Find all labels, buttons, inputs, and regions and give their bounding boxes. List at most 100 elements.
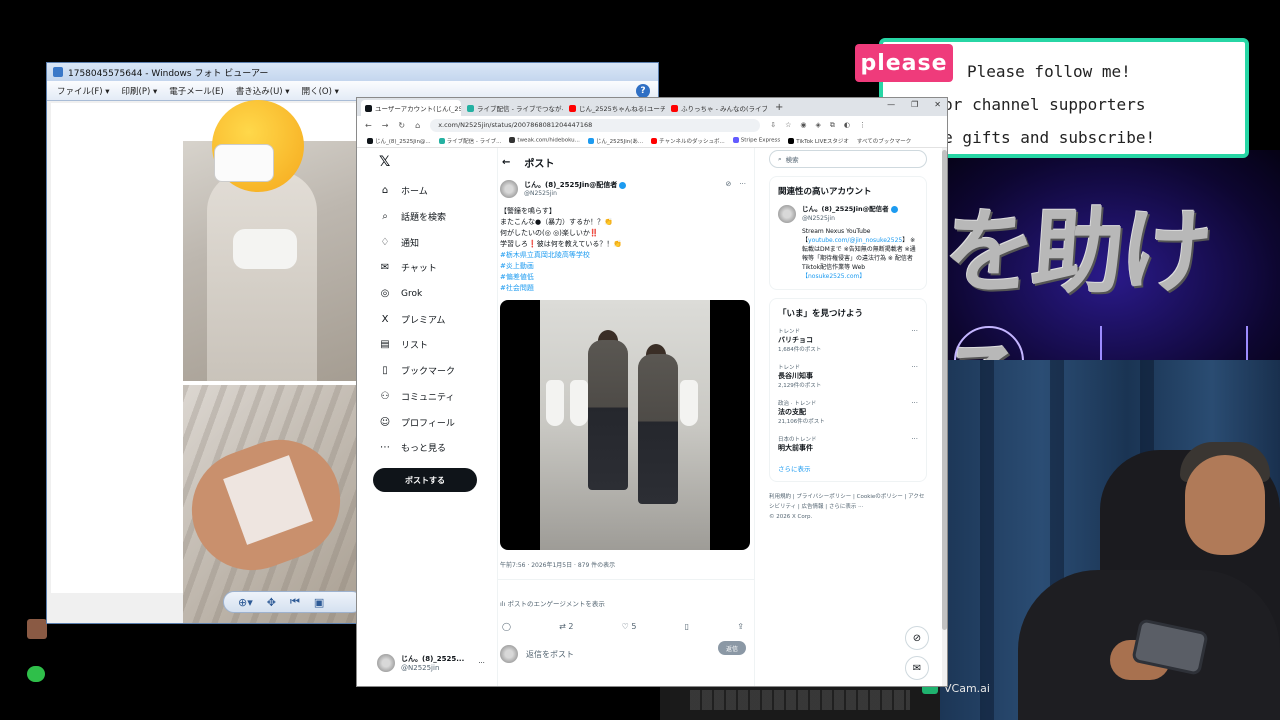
nav-item-profile[interactable]: ☺ プロフィール xyxy=(371,409,491,435)
url-input[interactable]: x.com/N2525jin/status/200786808120444716… xyxy=(430,118,761,132)
menu-dots-icon[interactable]: ⋮ xyxy=(859,121,866,130)
search-input[interactable]: ⌕ 検索 xyxy=(769,150,927,168)
menu-email[interactable]: 電子メール(E) xyxy=(169,85,224,97)
bookmark-item[interactable]: tweak.com/hideboku... xyxy=(509,137,580,144)
view-engagement-link[interactable]: ılı ポストのエンゲージメントを表示 xyxy=(498,579,754,608)
avatar[interactable] xyxy=(500,180,518,198)
minimize-icon[interactable]: — xyxy=(887,100,895,109)
bookmark-item[interactable]: TikTok LIVEスタジオ xyxy=(788,137,849,145)
help-icon[interactable]: ? xyxy=(636,84,650,98)
previous-icon[interactable]: ⏮ xyxy=(290,595,300,609)
grok-floating-icon[interactable]: ⊘ xyxy=(905,626,929,650)
tab-youtube[interactable]: じん_2525ちゃんねる(ユーチューブ) ✕ xyxy=(565,100,665,116)
nav-label: 通知 xyxy=(401,238,420,249)
trend-item[interactable]: 日本のトレンド 明大前事件 ··· xyxy=(778,435,918,453)
account-recommendation[interactable]: じん。(8)_2525Jin@配信者 @N2525jin Stream Nexu… xyxy=(778,205,918,281)
tab-label: ライブ配信 - ライブでつながる xyxy=(477,105,563,113)
messages-floating-icon[interactable]: ✉ xyxy=(905,656,929,680)
grok-icon[interactable]: ⊘ xyxy=(725,180,731,188)
relevant-accounts-card: 関連性の高いアカウント じん。(8)_2525Jin@配信者 @N2525jin… xyxy=(769,176,927,290)
menu-open[interactable]: 開く(O) ▾ xyxy=(302,85,339,97)
profile-icon[interactable]: ◐ xyxy=(844,121,850,130)
show-more-link[interactable]: さらに表示 xyxy=(778,463,918,473)
tab-furiccha[interactable]: ふりっちゃ - みんなの(ライブ) ✕ xyxy=(667,100,767,116)
extension-icon[interactable]: ◉ xyxy=(800,121,806,130)
maximize-icon[interactable]: ❐ xyxy=(911,100,918,109)
menu-burn[interactable]: 書き込み(U) ▾ xyxy=(236,85,290,97)
nav-item-communities[interactable]: ⚇ コミュニティ xyxy=(371,384,491,410)
bookmark-item[interactable]: ライブ配信 - ライブ... xyxy=(438,137,501,145)
star-icon[interactable]: ☆ xyxy=(785,121,791,130)
nav-item-explore[interactable]: ⌕ 話題を検索 xyxy=(371,204,491,230)
hashtag[interactable]: #社会問題 xyxy=(500,283,754,294)
nav-item-notifications[interactable]: ♢ 通知 xyxy=(371,229,491,255)
repost-icon[interactable]: ⇄ 2 xyxy=(559,622,573,631)
bookmark-icon[interactable]: ▯ xyxy=(685,622,689,631)
menu-print[interactable]: 印刷(P) ▾ xyxy=(122,85,158,97)
nav-item-bookmarks[interactable]: ▯ ブックマーク xyxy=(371,358,491,384)
footer-link[interactable]: さらに表示 ··· xyxy=(829,504,864,510)
account-handle: @N2525jin xyxy=(401,664,440,672)
please-tag: please xyxy=(855,44,953,82)
trend-item[interactable]: トレンド 長谷川知事 2,129件のポスト ··· xyxy=(778,363,918,389)
footer-link[interactable]: プライバシーポリシー xyxy=(796,494,851,500)
close-window-icon[interactable]: ✕ xyxy=(934,100,941,109)
urinal xyxy=(680,380,698,426)
trend-item[interactable]: トレンド バリチョコ 1,684件のポスト ··· xyxy=(778,327,918,353)
all-bookmarks[interactable]: すべてのブックマーク xyxy=(857,137,911,145)
reply-icon[interactable]: ◯ xyxy=(502,622,511,631)
forward-icon[interactable]: → xyxy=(382,121,389,130)
back-arrow-icon[interactable]: ← xyxy=(502,157,510,168)
more-icon[interactable]: ··· xyxy=(911,399,918,407)
footer-link[interactable]: 利用規約 xyxy=(769,494,791,500)
bookmark-item[interactable]: Stripe Express xyxy=(732,137,780,144)
more-icon[interactable]: ··· xyxy=(739,180,746,188)
author-name[interactable]: じん。(8)_2525Jin@配信者 xyxy=(524,180,627,190)
bookmark-item[interactable]: じん_(8)_2525Jin@... xyxy=(367,137,431,145)
website-link[interactable]: 【nosuke2525.com】 xyxy=(802,273,865,280)
more-icon[interactable]: ··· xyxy=(911,435,918,443)
hashtag[interactable]: #栃木県立真岡北陵高等学校 xyxy=(500,250,754,261)
post-button[interactable]: ポストする xyxy=(373,468,477,492)
fit-icon[interactable]: ✥ xyxy=(267,596,276,609)
post-video[interactable] xyxy=(500,300,750,550)
reply-input[interactable]: 返信をポスト xyxy=(526,649,574,660)
install-icon[interactable]: ⇩ xyxy=(770,121,776,130)
tab-x-status[interactable]: ユーザーアカウント(じん(_25... ✕ xyxy=(361,100,461,116)
hashtag[interactable]: #偏差値低 xyxy=(500,272,754,283)
new-tab-icon[interactable]: + xyxy=(769,102,789,113)
nav-item-lists[interactable]: ▤ リスト xyxy=(371,332,491,358)
more-icon[interactable]: ··· xyxy=(911,327,918,335)
puzzle-icon[interactable]: ⧉ xyxy=(830,121,835,130)
extension-icon[interactable]: ◈ xyxy=(815,121,820,130)
menu-file[interactable]: ファイル(F) ▾ xyxy=(57,85,110,97)
tab-live[interactable]: ライブ配信 - ライブでつながる ✕ xyxy=(463,100,563,116)
nav-item-premium[interactable]: X プレミアム xyxy=(371,306,491,332)
post-line: 学習しろ❗️彼は何を教えている？！👏 xyxy=(500,240,623,248)
footer-link[interactable]: 広告情報 xyxy=(802,504,824,510)
bookmark-item[interactable]: じん_2525Jin(あ... xyxy=(587,137,643,145)
more-icon[interactable]: ··· xyxy=(911,363,918,371)
reload-icon[interactable]: ↻ xyxy=(398,121,405,130)
search-icon: ⌕ xyxy=(778,154,782,163)
photo-viewer-titlebar[interactable]: 1758045575644 - Windows フォト ビューアー xyxy=(47,63,658,81)
profile-link[interactable]: youtube.com/@jin_nosuke2525 xyxy=(808,237,902,244)
nav-item-home[interactable]: ⌂ ホーム xyxy=(371,178,491,204)
footer-link[interactable]: Cookieのポリシー xyxy=(857,494,903,500)
share-icon[interactable]: ⇪ xyxy=(737,622,744,631)
bookmark-item[interactable]: チャンネルのダッシュボ... xyxy=(651,137,725,145)
x-logo-icon[interactable]: 𝕏 xyxy=(379,154,491,170)
nav-item-chat[interactable]: ✉ チャット xyxy=(371,255,491,281)
trend-item[interactable]: 政治 · トレンド 法の支配 21,106件のポスト ··· xyxy=(778,399,918,425)
reply-button[interactable]: 返信 xyxy=(718,641,746,655)
account-switcher[interactable]: じん。(8)_2525... @N2525jin ··· xyxy=(377,654,485,672)
nav-item-more[interactable]: ⋯ もっと見る xyxy=(371,435,491,461)
scrollbar-thumb[interactable] xyxy=(942,150,947,630)
like-icon[interactable]: ♡ 5 xyxy=(622,622,637,631)
hashtag[interactable]: #炎上動画 xyxy=(500,261,754,272)
nav-item-grok[interactable]: ◎ Grok xyxy=(371,281,491,307)
home-icon[interactable]: ⌂ xyxy=(415,121,420,130)
back-icon[interactable]: ← xyxy=(365,121,372,130)
slideshow-icon[interactable]: ▣ xyxy=(314,596,324,609)
zoom-icon[interactable]: ⊕▾ xyxy=(238,596,253,609)
